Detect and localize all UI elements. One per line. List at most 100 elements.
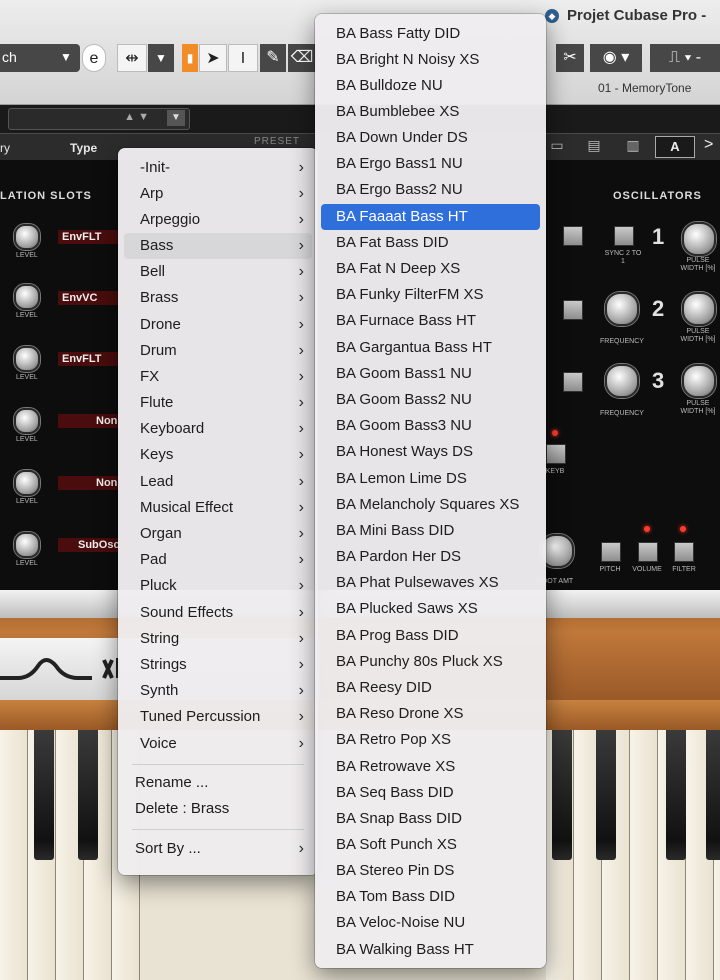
black-key[interactable]	[34, 730, 54, 860]
menu-item-pluck[interactable]: Pluck ›	[124, 573, 312, 599]
menu-item-arpeggio[interactable]: Arpeggio ›	[124, 207, 312, 233]
slot-level-knob[interactable]	[14, 284, 40, 310]
next-icon[interactable]: >	[704, 136, 713, 154]
preset-item[interactable]: BA Seq Bass DID	[321, 780, 540, 806]
menu-item-organ[interactable]: Organ ›	[124, 521, 312, 547]
menu-item-brass[interactable]: Brass ›	[124, 285, 312, 311]
preset-item[interactable]: BA Walking Bass HT	[321, 937, 540, 963]
preset-item[interactable]: BA Bumblebee XS	[321, 99, 540, 125]
menu-item-drone[interactable]: Drone ›	[124, 312, 312, 338]
pulse-width-knob[interactable]	[682, 364, 716, 398]
osc2-toggle-button[interactable]	[563, 300, 583, 320]
menu-item-drum[interactable]: Drum ›	[124, 338, 312, 364]
slot-source[interactable]: Non	[58, 476, 118, 490]
frequency-knob[interactable]	[605, 292, 639, 326]
chevron-down-icon[interactable]: ▼	[148, 44, 174, 72]
preset-item[interactable]: BA Veloc-Noise NU	[321, 910, 540, 936]
menu-item-bass[interactable]: Bass ›	[124, 233, 312, 259]
black-key[interactable]	[552, 730, 572, 860]
keyb-button[interactable]	[546, 444, 566, 464]
slot-level-knob[interactable]	[14, 470, 40, 496]
black-key[interactable]	[78, 730, 98, 860]
range-tool-icon[interactable]: I	[228, 44, 258, 72]
slot-source[interactable]: SubOsc	[58, 538, 120, 552]
snap-type-icon[interactable]: ⎍ ▾ -	[650, 44, 720, 72]
speaker-tool-icon[interactable]: ◉ ▾	[590, 44, 642, 72]
preset-item[interactable]: BA Reso Drone XS	[321, 701, 540, 727]
up-down-arrows-icon[interactable]: ▲ ▼	[124, 111, 149, 123]
preset-item[interactable]: BA Furnace Bass HT	[321, 308, 540, 334]
preset-name-field[interactable]: ▲ ▼ ▼	[8, 108, 190, 130]
menu-item-init[interactable]: -Init- ›	[124, 155, 312, 181]
preset-item[interactable]: BA Fat Bass DID	[321, 230, 540, 256]
menu-item-sort-by[interactable]: Sort By ... ›	[124, 836, 312, 862]
menu-item-keyboard[interactable]: Keyboard ›	[124, 416, 312, 442]
preset-item[interactable]: BA Punchy 80s Pluck XS	[321, 649, 540, 675]
sync-button[interactable]	[614, 226, 634, 246]
preset-item[interactable]: BA Down Under DS	[321, 125, 540, 151]
preset-item[interactable]: BA Ergo Bass2 NU	[321, 177, 540, 203]
preset-item[interactable]: BA Plucked Saws XS	[321, 596, 540, 622]
osc1-toggle-button[interactable]	[563, 226, 583, 246]
preset-item[interactable]: BA Retro Pop XS	[321, 727, 540, 753]
menu-item-musical-effect[interactable]: Musical Effect ›	[124, 495, 312, 521]
menu-item-bell[interactable]: Bell ›	[124, 259, 312, 285]
pointer-tool-icon[interactable]: ➤	[199, 44, 227, 72]
pulse-width-knob[interactable]	[682, 222, 716, 256]
menu-item-flute[interactable]: Flute ›	[124, 390, 312, 416]
preset-item[interactable]: BA Phat Pulsewaves XS	[321, 570, 540, 596]
slot-level-knob[interactable]	[14, 346, 40, 372]
preset-item[interactable]: BA Reesy DID	[321, 675, 540, 701]
save-icon[interactable]: ▭	[548, 137, 566, 155]
object-selection-icon[interactable]: ⇹	[117, 44, 147, 72]
preset-item[interactable]: BA Goom Bass3 NU	[321, 413, 540, 439]
preset-item[interactable]: BA Prog Bass DID	[321, 623, 540, 649]
preset-item[interactable]: BA Bright N Noisy XS	[321, 47, 540, 73]
slot-level-knob[interactable]	[14, 408, 40, 434]
preset-item[interactable]: BA Mini Bass DID	[321, 518, 540, 544]
preset-item[interactable]: BA Gargantua Bass HT	[321, 335, 540, 361]
menu-item-string[interactable]: String ›	[124, 626, 312, 652]
osc3-toggle-button[interactable]	[563, 372, 583, 392]
volume-button[interactable]	[638, 542, 658, 562]
slot-level-knob[interactable]	[14, 532, 40, 558]
preset-item[interactable]: BA Goom Bass2 NU	[321, 387, 540, 413]
preset-item[interactable]: BA Bulldoze NU	[321, 73, 540, 99]
menu-item-delete[interactable]: Delete : Brass	[124, 796, 312, 822]
pencil-tool-icon[interactable]: ✎	[260, 44, 286, 72]
menu-item-sound-effects[interactable]: Sound Effects ›	[124, 600, 312, 626]
menu-item-tuned-percussion[interactable]: Tuned Percussion ›	[124, 704, 312, 730]
preset-item[interactable]: BA Snap Bass DID	[321, 806, 540, 832]
black-key[interactable]	[596, 730, 616, 860]
slot-source[interactable]: EnvFLT	[58, 352, 118, 366]
menu-item-fx[interactable]: FX ›	[124, 364, 312, 390]
slot-source[interactable]: Non	[58, 414, 118, 428]
preset-item[interactable]: BA Funky FilterFM XS	[321, 282, 540, 308]
edit-icon[interactable]: e	[82, 44, 106, 72]
toggle-icon[interactable]: ▮	[182, 44, 198, 72]
copy-icon[interactable]: ▤	[585, 137, 603, 155]
menu-item-rename[interactable]: Rename ...	[124, 770, 312, 796]
slot-source[interactable]: EnvFLT	[58, 230, 118, 244]
filter-button[interactable]	[674, 542, 694, 562]
menu-item-voice[interactable]: Voice ›	[124, 731, 312, 757]
menu-item-synth[interactable]: Synth ›	[124, 678, 312, 704]
preset-item[interactable]: BA Ergo Bass1 NU	[321, 151, 540, 177]
preset-slot-a-button[interactable]: A	[655, 136, 695, 158]
black-key[interactable]	[706, 730, 720, 860]
pulse-width-knob[interactable]	[682, 292, 716, 326]
menu-item-lead[interactable]: Lead ›	[124, 469, 312, 495]
toolbar-dropdown[interactable]: ch ▼	[0, 44, 80, 72]
paste-icon[interactable]: ▥	[624, 137, 642, 155]
preset-item[interactable]: BA Melancholy Squares XS	[321, 492, 540, 518]
menu-item-strings[interactable]: Strings ›	[124, 652, 312, 678]
preset-item[interactable]: BA Tom Bass DID	[321, 884, 540, 910]
black-key[interactable]	[666, 730, 686, 860]
preset-item[interactable]: BA Bass Fatty DID	[321, 21, 540, 47]
menu-item-keys[interactable]: Keys ›	[124, 442, 312, 468]
preset-item[interactable]: BA Lemon Lime DS	[321, 466, 540, 492]
white-key[interactable]	[630, 730, 658, 980]
frequency-knob[interactable]	[605, 364, 639, 398]
menu-item-pad[interactable]: Pad ›	[124, 547, 312, 573]
preset-item-selected[interactable]: BA Faaaat Bass HT	[321, 204, 540, 230]
